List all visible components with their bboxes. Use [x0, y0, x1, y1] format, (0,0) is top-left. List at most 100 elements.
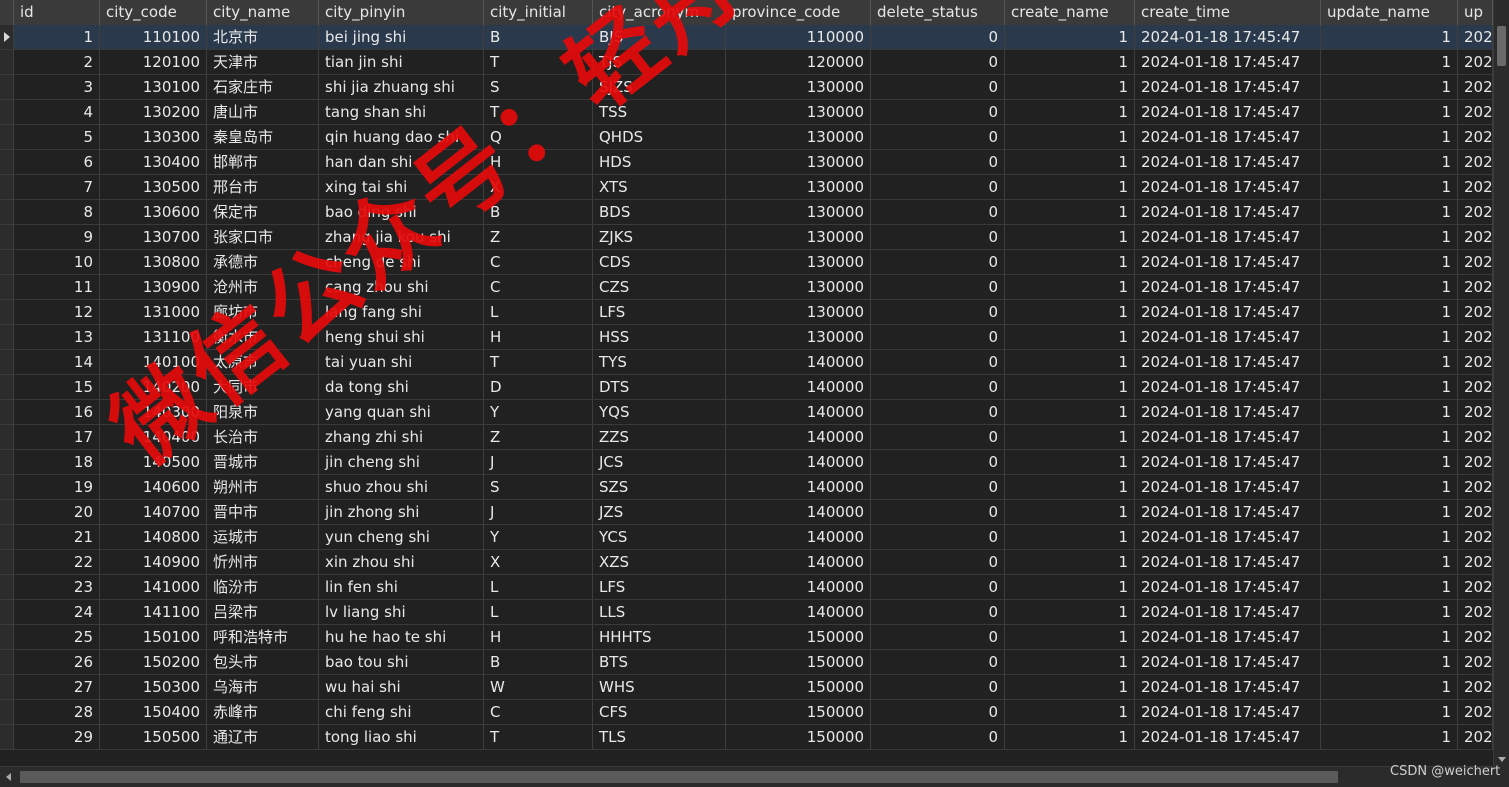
cell-province-code[interactable]: 130000 [726, 150, 871, 174]
cell-update-name[interactable]: 1 [1321, 25, 1458, 49]
cell-city-initial[interactable]: W [484, 675, 593, 699]
row-indicator[interactable] [0, 350, 14, 374]
table-row[interactable]: 28 150400 赤峰市 chi feng shi C CFS 150000 0 1 2024-… [0, 700, 1493, 725]
cell-delete-status[interactable]: 0 [871, 350, 1005, 374]
cell-city-code[interactable]: 130700 [100, 225, 207, 249]
column-header-update-time[interactable]: up [1458, 0, 1493, 25]
cell-update-name[interactable]: 1 [1321, 700, 1458, 724]
cell-city-code[interactable]: 120100 [100, 50, 207, 74]
cell-create-name[interactable]: 1 [1005, 650, 1135, 674]
cell-city-pinyin[interactable]: lv liang shi [319, 600, 484, 624]
cell-province-code[interactable]: 120000 [726, 50, 871, 74]
cell-city-acronym[interactable]: LFS [593, 575, 726, 599]
cell-update-time[interactable]: 202 [1458, 25, 1493, 49]
table-row[interactable]: 21 140800 运城市 yun cheng shi Y YCS 140000 0 1 2024… [0, 525, 1493, 550]
row-indicator[interactable] [0, 550, 14, 574]
cell-create-name[interactable]: 1 [1005, 50, 1135, 74]
cell-create-name[interactable]: 1 [1005, 225, 1135, 249]
cell-create-name[interactable]: 1 [1005, 150, 1135, 174]
cell-city-code[interactable]: 150500 [100, 725, 207, 749]
cell-delete-status[interactable]: 0 [871, 250, 1005, 274]
table-row[interactable]: 6 130400 邯郸市 han dan shi H HDS 130000 0 1 2024-01… [0, 150, 1493, 175]
table-row[interactable]: 23 141000 临汾市 lin fen shi L LFS 140000 0 1 2024-0… [0, 575, 1493, 600]
cell-update-name[interactable]: 1 [1321, 225, 1458, 249]
cell-create-name[interactable]: 1 [1005, 725, 1135, 749]
cell-update-name[interactable]: 1 [1321, 525, 1458, 549]
row-indicator[interactable] [0, 275, 14, 299]
cell-create-name[interactable]: 1 [1005, 325, 1135, 349]
column-header-city-name[interactable]: city_name [207, 0, 319, 25]
cell-city-code[interactable]: 150300 [100, 675, 207, 699]
cell-city-initial[interactable]: S [484, 475, 593, 499]
cell-city-code[interactable]: 150100 [100, 625, 207, 649]
cell-city-name[interactable]: 吕梁市 [207, 600, 319, 624]
cell-update-name[interactable]: 1 [1321, 250, 1458, 274]
cell-province-code[interactable]: 140000 [726, 350, 871, 374]
cell-create-name[interactable]: 1 [1005, 300, 1135, 324]
cell-update-time[interactable]: 202 [1458, 250, 1493, 274]
cell-city-code[interactable]: 141100 [100, 600, 207, 624]
row-indicator[interactable] [0, 700, 14, 724]
cell-update-name[interactable]: 1 [1321, 75, 1458, 99]
cell-create-name[interactable]: 1 [1005, 125, 1135, 149]
cell-city-acronym[interactable]: YCS [593, 525, 726, 549]
cell-create-time[interactable]: 2024-01-18 17:45:47 [1135, 325, 1321, 349]
cell-id[interactable]: 23 [14, 575, 100, 599]
row-indicator[interactable] [0, 325, 14, 349]
cell-city-name[interactable]: 唐山市 [207, 100, 319, 124]
cell-delete-status[interactable]: 0 [871, 475, 1005, 499]
cell-delete-status[interactable]: 0 [871, 25, 1005, 49]
cell-update-time[interactable]: 202 [1458, 725, 1493, 749]
cell-id[interactable]: 28 [14, 700, 100, 724]
cell-province-code[interactable]: 140000 [726, 575, 871, 599]
cell-delete-status[interactable]: 0 [871, 125, 1005, 149]
cell-province-code[interactable]: 130000 [726, 250, 871, 274]
cell-id[interactable]: 18 [14, 450, 100, 474]
cell-update-time[interactable]: 202 [1458, 50, 1493, 74]
cell-update-name[interactable]: 1 [1321, 100, 1458, 124]
cell-city-acronym[interactable]: CFS [593, 700, 726, 724]
row-indicator[interactable] [0, 225, 14, 249]
cell-city-acronym[interactable]: WHS [593, 675, 726, 699]
cell-city-pinyin[interactable]: tong liao shi [319, 725, 484, 749]
cell-delete-status[interactable]: 0 [871, 700, 1005, 724]
cell-delete-status[interactable]: 0 [871, 675, 1005, 699]
cell-update-time[interactable]: 202 [1458, 125, 1493, 149]
table-row[interactable]: 18 140500 晋城市 jin cheng shi J JCS 140000 0 1 2024… [0, 450, 1493, 475]
row-indicator[interactable] [0, 375, 14, 399]
cell-province-code[interactable]: 130000 [726, 200, 871, 224]
cell-update-time[interactable]: 202 [1458, 625, 1493, 649]
cell-create-name[interactable]: 1 [1005, 675, 1135, 699]
row-indicator[interactable] [0, 675, 14, 699]
cell-province-code[interactable]: 130000 [726, 325, 871, 349]
cell-city-initial[interactable]: H [484, 625, 593, 649]
cell-id[interactable]: 3 [14, 75, 100, 99]
cell-create-time[interactable]: 2024-01-18 17:45:47 [1135, 350, 1321, 374]
cell-province-code[interactable]: 140000 [726, 375, 871, 399]
cell-province-code[interactable]: 130000 [726, 100, 871, 124]
cell-city-acronym[interactable]: ZJKS [593, 225, 726, 249]
cell-create-name[interactable]: 1 [1005, 200, 1135, 224]
cell-create-time[interactable]: 2024-01-18 17:45:47 [1135, 650, 1321, 674]
cell-city-name[interactable]: 乌海市 [207, 675, 319, 699]
cell-create-name[interactable]: 1 [1005, 25, 1135, 49]
cell-delete-status[interactable]: 0 [871, 600, 1005, 624]
cell-create-time[interactable]: 2024-01-18 17:45:47 [1135, 425, 1321, 449]
cell-delete-status[interactable]: 0 [871, 300, 1005, 324]
horizontal-scrollbar[interactable] [0, 766, 1493, 787]
cell-city-name[interactable]: 晋城市 [207, 450, 319, 474]
cell-city-code[interactable]: 140700 [100, 500, 207, 524]
cell-create-time[interactable]: 2024-01-18 17:45:47 [1135, 550, 1321, 574]
cell-create-time[interactable]: 2024-01-18 17:45:47 [1135, 200, 1321, 224]
cell-city-initial[interactable]: C [484, 275, 593, 299]
cell-delete-status[interactable]: 0 [871, 50, 1005, 74]
row-indicator[interactable] [0, 725, 14, 749]
cell-create-name[interactable]: 1 [1005, 550, 1135, 574]
cell-city-initial[interactable]: Z [484, 425, 593, 449]
cell-city-initial[interactable]: H [484, 325, 593, 349]
cell-city-pinyin[interactable]: chi feng shi [319, 700, 484, 724]
cell-create-time[interactable]: 2024-01-18 17:45:47 [1135, 625, 1321, 649]
scroll-down-arrow-icon[interactable] [1498, 757, 1506, 762]
cell-delete-status[interactable]: 0 [871, 200, 1005, 224]
table-row[interactable]: 7 130500 邢台市 xing tai shi X XTS 130000 0 1 2024-0… [0, 175, 1493, 200]
